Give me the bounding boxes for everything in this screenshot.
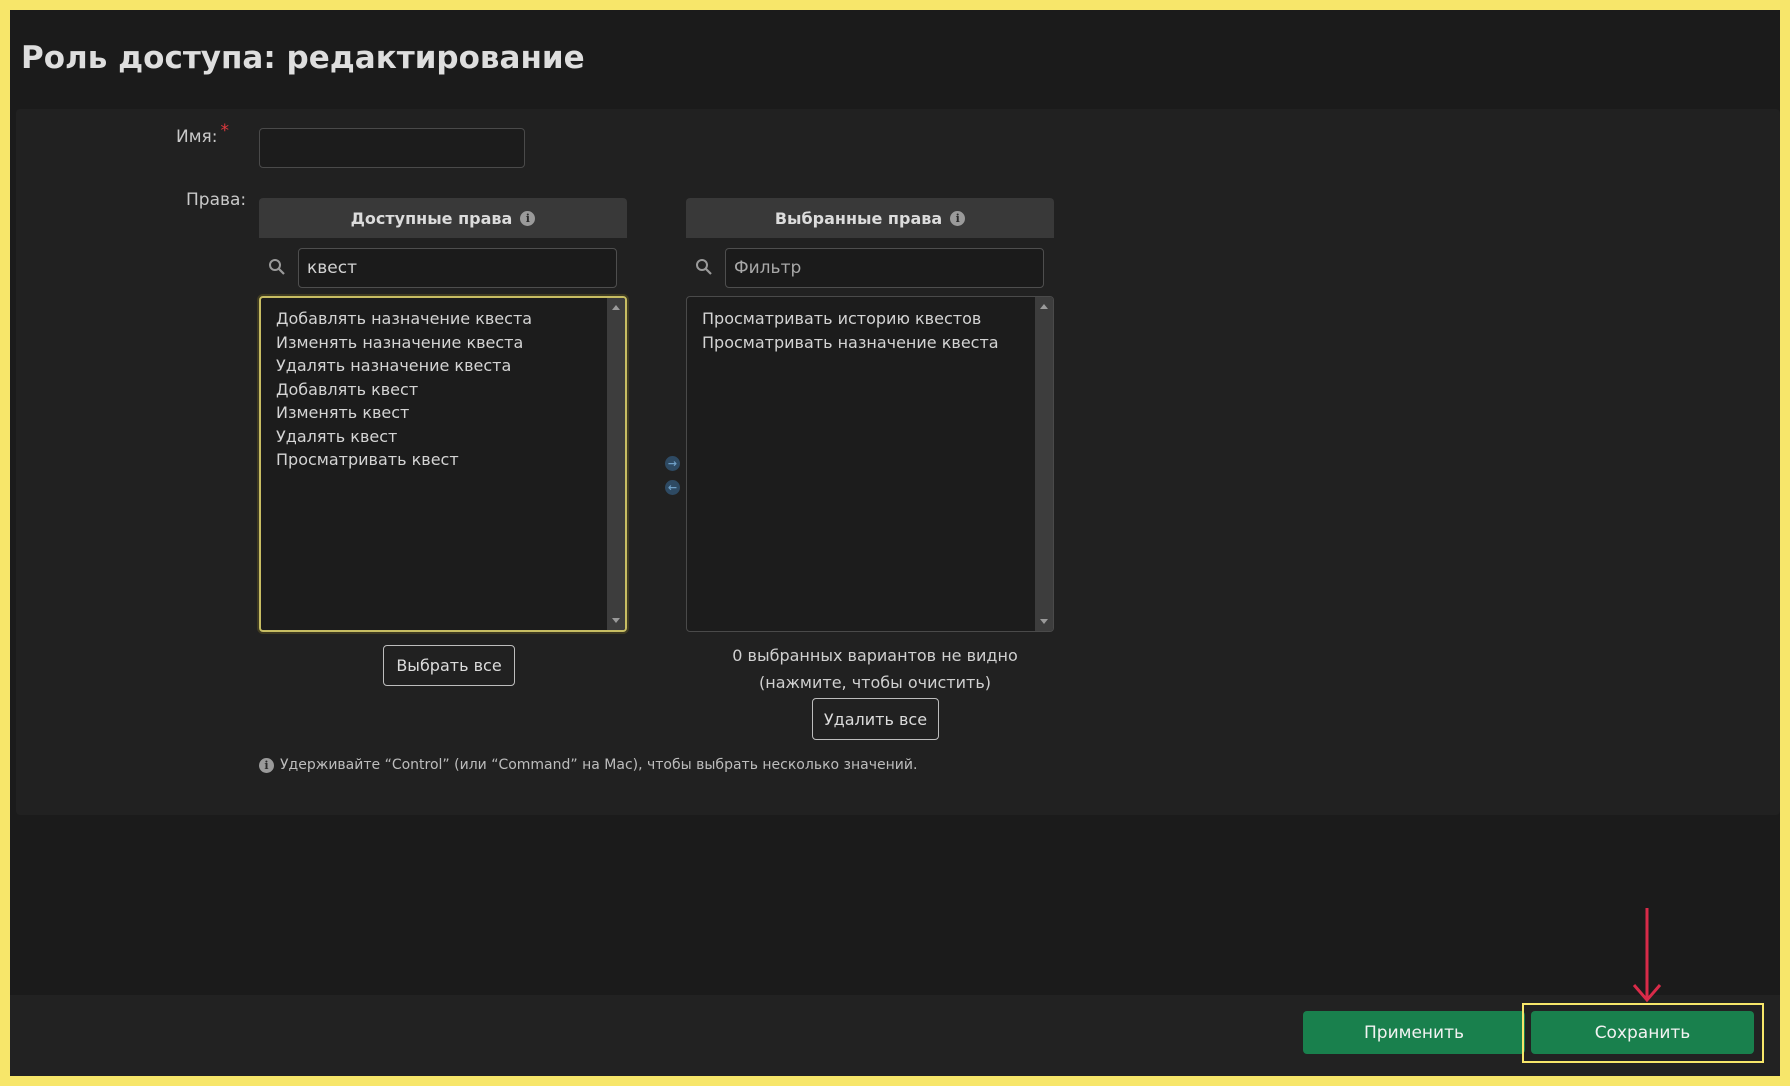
rights-label: Права: bbox=[186, 190, 247, 210]
available-option[interactable]: Добавлять квест bbox=[261, 378, 625, 402]
scroll-down-icon[interactable] bbox=[1040, 619, 1048, 624]
available-option[interactable]: Просматривать квест bbox=[261, 448, 625, 472]
app-frame: Роль доступа: редактирование Имя: * Права… bbox=[10, 10, 1780, 1076]
available-rights-list[interactable]: Добавлять назначение квеста Изменять назн… bbox=[259, 296, 627, 632]
chosen-rights-list[interactable]: Просматривать историю квестов Просматрива… bbox=[686, 296, 1054, 632]
available-filter-input[interactable] bbox=[298, 248, 617, 288]
scroll-up-icon[interactable] bbox=[612, 305, 620, 310]
save-highlight-box bbox=[1522, 1003, 1764, 1063]
available-options: Добавлять назначение квеста Изменять назн… bbox=[261, 298, 625, 472]
remove-all-button[interactable]: Удалить все bbox=[812, 698, 939, 740]
select-all-button[interactable]: Выбрать все bbox=[383, 645, 515, 686]
chosen-scrollbar[interactable] bbox=[1035, 297, 1053, 631]
available-option[interactable]: Добавлять назначение квеста bbox=[261, 307, 625, 331]
available-filter bbox=[259, 248, 627, 288]
chosen-option[interactable]: Просматривать назначение квеста bbox=[687, 331, 1053, 355]
chosen-filter bbox=[686, 248, 1054, 288]
chosen-rights-header: Выбранные права i bbox=[686, 198, 1054, 238]
help-text-row: i Удерживайте “Control” (или “Command” н… bbox=[259, 757, 917, 773]
required-mark: * bbox=[220, 121, 230, 141]
chosen-filter-input[interactable] bbox=[725, 248, 1044, 288]
chosen-options: Просматривать историю квестов Просматрива… bbox=[687, 297, 1053, 354]
help-text: Удерживайте “Control” (или “Command” на … bbox=[280, 757, 918, 773]
annotation-arrow-icon bbox=[1632, 908, 1662, 1003]
remove-arrow-icon[interactable]: ← bbox=[665, 480, 680, 495]
chosen-option[interactable]: Просматривать историю квестов bbox=[687, 307, 1053, 331]
scroll-up-icon[interactable] bbox=[1040, 304, 1048, 309]
info-icon: i bbox=[950, 210, 966, 226]
info-icon: i bbox=[520, 210, 536, 226]
available-option[interactable]: Изменять назначение квеста bbox=[261, 331, 625, 355]
search-icon bbox=[696, 259, 712, 275]
available-rights-header: Доступные права i bbox=[259, 198, 627, 238]
scroll-down-icon[interactable] bbox=[612, 618, 620, 623]
name-label: Имя: * bbox=[176, 121, 229, 147]
apply-button[interactable]: Применить bbox=[1303, 1011, 1525, 1054]
choose-arrow-icon[interactable]: → bbox=[665, 456, 680, 471]
info-icon: i bbox=[259, 757, 274, 773]
form-panel: Имя:* Права: Доступные права i Добавлять… bbox=[16, 109, 1780, 815]
available-option[interactable]: Удалять назначение квеста bbox=[261, 354, 625, 378]
available-scrollbar[interactable] bbox=[607, 298, 625, 630]
page-title: Роль доступа: редактирование bbox=[21, 40, 585, 76]
search-icon bbox=[269, 259, 285, 275]
available-option[interactable]: Изменять квест bbox=[261, 401, 625, 425]
name-input[interactable] bbox=[259, 128, 525, 168]
available-option[interactable]: Удалять квест bbox=[261, 425, 625, 449]
hidden-selected-note[interactable]: 0 выбранных вариантов не видно (нажмите,… bbox=[686, 642, 1064, 696]
